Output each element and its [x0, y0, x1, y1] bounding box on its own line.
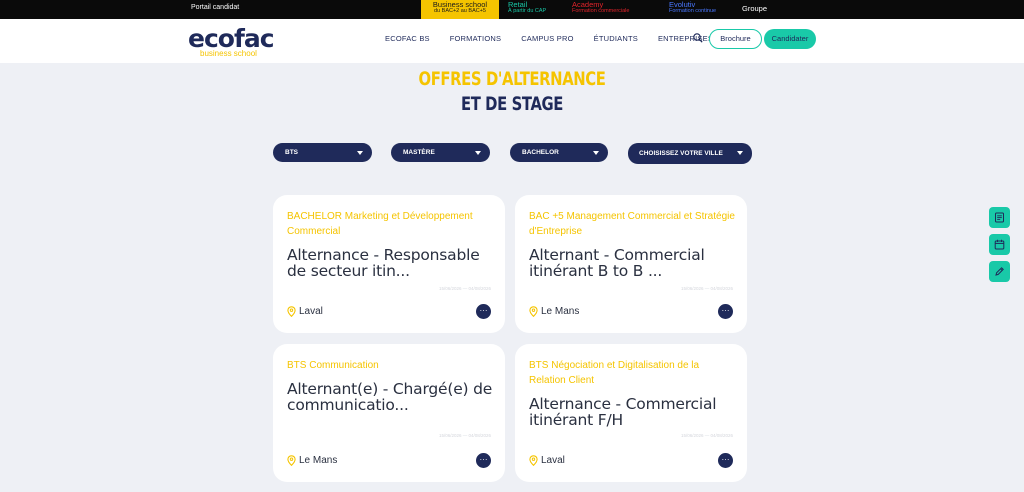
chevron-down-icon: [737, 151, 743, 155]
brand-switcher: Business school du BAC+2 au BAC+5 Retail…: [421, 0, 730, 19]
job-location: Laval: [529, 455, 565, 466]
portal-candidat-link[interactable]: Portail candidat: [191, 4, 239, 11]
filter-bts-dropdown[interactable]: BTS: [273, 143, 372, 162]
document-icon: [995, 212, 1004, 223]
chevron-down-icon: [475, 151, 481, 155]
main-nav: ECOFAC BS FORMATIONS CAMPUS PRO ÉTUDIANT…: [385, 34, 733, 43]
job-title[interactable]: Alternance - Responsable de secteur itin…: [287, 247, 497, 279]
job-location: Laval: [287, 306, 323, 317]
filter-bachelor-dropdown[interactable]: BACHELOR: [510, 143, 608, 162]
main-header: ecofac business school ECOFAC BS FORMATI…: [0, 19, 1024, 63]
nav-item-etudiants[interactable]: ÉTUDIANTS: [594, 34, 638, 43]
job-date: 15/06/2026 — 04/08/2026: [680, 286, 733, 291]
job-title[interactable]: Alternant - Commercial itinérant B to B …: [529, 247, 739, 279]
side-document-button[interactable]: [989, 207, 1010, 228]
ecofac-logo[interactable]: ecofac business school: [188, 24, 275, 58]
chevron-down-icon: [593, 151, 599, 155]
job-card[interactable]: BTS Communication Alternant(e) - Chargé(…: [273, 344, 505, 482]
search-icon[interactable]: [693, 33, 703, 43]
nav-item-campus-pro[interactable]: CAMPUS PRO: [521, 34, 573, 43]
filter-mastere-dropdown[interactable]: MASTÈRE: [391, 143, 490, 162]
job-category: BAC +5 Management Commercial et Stratégi…: [529, 211, 735, 237]
side-calendar-button[interactable]: [989, 234, 1010, 255]
map-pin-icon: [287, 306, 296, 317]
job-category: BTS Négociation et Digitalisation de la …: [529, 360, 700, 386]
brand-evolutiv[interactable]: Evolutiv Formation continue: [660, 0, 730, 19]
job-card[interactable]: BAC +5 Management Commercial et Stratégi…: [515, 195, 747, 333]
page-title-line2: ET DE STAGE: [460, 93, 564, 115]
more-button[interactable]: ···: [718, 453, 733, 468]
pen-icon: [995, 267, 1004, 276]
more-button[interactable]: ···: [476, 304, 491, 319]
map-pin-icon: [529, 306, 538, 317]
calendar-icon: [994, 239, 1005, 250]
job-card[interactable]: BTS Négociation et Digitalisation de la …: [515, 344, 747, 482]
brand-academy[interactable]: Academy Formation commerciale: [563, 0, 660, 19]
brand-business-school[interactable]: Business school du BAC+2 au BAC+5: [421, 0, 499, 19]
filter-city-dropdown[interactable]: CHOISISSEZ VOTRE VILLE: [628, 143, 752, 164]
candidater-button[interactable]: Candidater: [764, 29, 816, 49]
job-category: BTS Communication: [287, 360, 379, 371]
job-date: 15/06/2026 — 04/08/2026: [438, 286, 491, 291]
brand-retail[interactable]: Retail À partir du CAP: [499, 0, 563, 19]
side-edit-button[interactable]: [989, 261, 1010, 282]
job-date: 15/06/2026 — 04/08/2026: [680, 433, 733, 438]
job-title[interactable]: Alternance - Commercial itinérant F/H: [529, 396, 739, 428]
groupe-link[interactable]: Groupe: [742, 4, 767, 13]
job-location: Le Mans: [529, 306, 579, 317]
job-location: Le Mans: [287, 455, 337, 466]
nav-item-formations[interactable]: FORMATIONS: [450, 34, 501, 43]
map-pin-icon: [287, 455, 296, 466]
page-title-line1: OFFRES D'ALTERNANCE: [418, 68, 606, 90]
nav-item-entreprises[interactable]: ENTREPRISES: [658, 34, 713, 43]
job-title[interactable]: Alternant(e) - Chargé(e) de communicatio…: [287, 381, 497, 413]
job-category: BACHELOR Marketing et Développement Comm…: [287, 211, 473, 237]
chevron-down-icon: [357, 151, 363, 155]
top-bar: Portail candidat Business school du BAC+…: [0, 0, 1024, 19]
job-card[interactable]: BACHELOR Marketing et Développement Comm…: [273, 195, 505, 333]
nav-item-ecofac-bs[interactable]: ECOFAC BS: [385, 34, 430, 43]
map-pin-icon: [529, 455, 538, 466]
more-button[interactable]: ···: [476, 453, 491, 468]
more-button[interactable]: ···: [718, 304, 733, 319]
brochure-button[interactable]: Brochure: [709, 29, 762, 49]
job-date: 15/06/2026 — 04/08/2026: [438, 433, 491, 438]
